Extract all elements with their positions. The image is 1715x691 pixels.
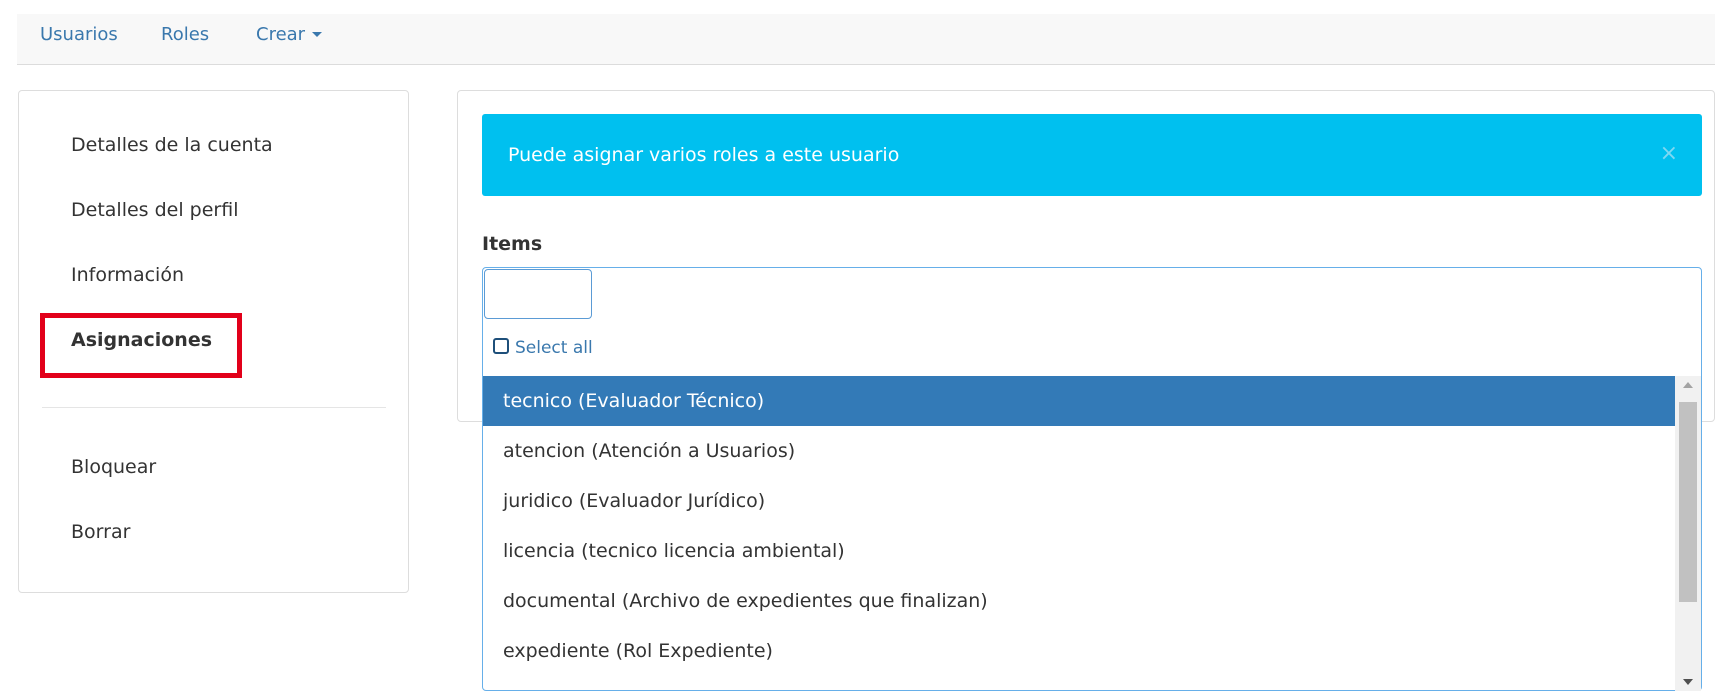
- nav-usuarios-link[interactable]: Usuarios: [40, 24, 118, 45]
- sidebar-item-bloquear[interactable]: Bloquear: [71, 456, 156, 478]
- scroll-up-arrow-icon[interactable]: [1683, 382, 1693, 388]
- top-navbar: Usuarios Roles Crear: [17, 14, 1715, 65]
- search-input[interactable]: [484, 269, 592, 319]
- nav-crear-label: Crear: [256, 24, 306, 45]
- option-juridico[interactable]: juridico (Evaluador Jurídico): [483, 476, 1675, 526]
- checkbox-icon[interactable]: [493, 338, 509, 354]
- nav-roles-link[interactable]: Roles: [161, 24, 209, 45]
- sidebar-item-detalles-perfil[interactable]: Detalles del perfil: [71, 199, 238, 221]
- option-documental[interactable]: documental (Archivo de expedientes que f…: [483, 576, 1675, 626]
- select-all-label: Select all: [515, 338, 593, 358]
- option-licencia[interactable]: licencia (tecnico licencia ambiental): [483, 526, 1675, 576]
- option-atencion[interactable]: atencion (Atención a Usuarios): [483, 426, 1675, 476]
- options-scrollbar[interactable]: [1675, 376, 1701, 691]
- alert-text: Puede asignar varios roles a este usuari…: [508, 144, 900, 166]
- items-label: Items: [482, 233, 543, 255]
- nav-crear-dropdown[interactable]: Crear: [256, 24, 323, 45]
- sidebar-item-detalles-cuenta[interactable]: Detalles de la cuenta: [71, 134, 273, 156]
- sidebar-item-borrar[interactable]: Borrar: [71, 521, 130, 543]
- caret-down-icon: [312, 32, 323, 37]
- asignaciones-highlight-box: [40, 313, 242, 378]
- scrollbar-thumb[interactable]: [1679, 402, 1697, 602]
- option-expediente[interactable]: expediente (Rol Expediente): [483, 626, 1675, 676]
- close-icon[interactable]: ×: [1660, 141, 1678, 166]
- sidebar-item-informacion[interactable]: Información: [71, 264, 184, 286]
- scroll-down-arrow-icon[interactable]: [1683, 679, 1693, 685]
- select-all-option[interactable]: Select all: [493, 338, 593, 358]
- sidebar-divider: [42, 407, 386, 408]
- option-tecnico[interactable]: tecnico (Evaluador Técnico): [483, 376, 1675, 426]
- info-alert: Puede asignar varios roles a este usuari…: [482, 114, 1702, 196]
- options-list: tecnico (Evaluador Técnico) atencion (At…: [483, 376, 1675, 691]
